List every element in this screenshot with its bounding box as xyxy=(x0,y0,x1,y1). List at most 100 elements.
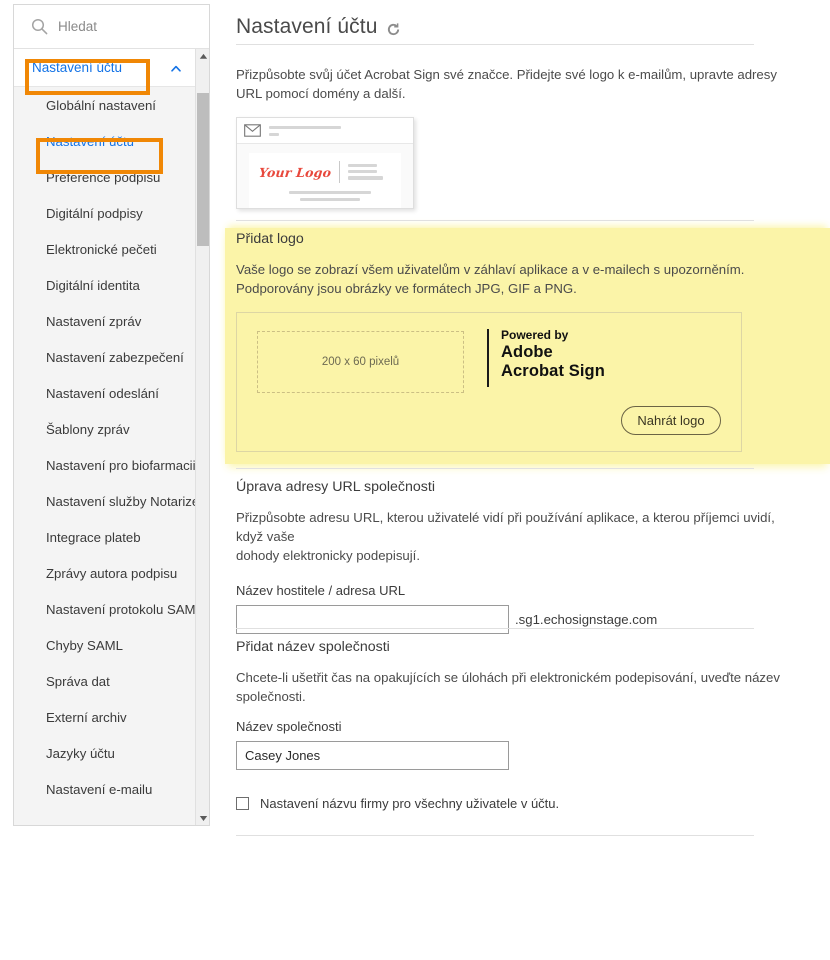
caret-down-icon[interactable] xyxy=(196,811,209,825)
powered-by-adobe-block: Powered by Adobe Acrobat Sign xyxy=(487,328,605,387)
sidebar-item-label: Nastavení protokolu SAML xyxy=(46,601,203,617)
sidebar-item-label: Nastavení zabezpečení xyxy=(46,349,184,365)
company-url-section: Úprava adresy URL společnosti Přizpůsobt… xyxy=(225,468,830,634)
account-settings-page: Nastavení účtu Globální nastavení Nastav… xyxy=(0,0,830,960)
company-name-section: Přidat název společnosti Chcete-li ušetř… xyxy=(225,628,830,836)
sidebar-item-label: Nastavení odeslání xyxy=(46,385,159,401)
sidebar-item-nastaveni-pro-biofarmacii[interactable]: Nastavení pro biofarmacii xyxy=(14,447,197,483)
add-logo-section: Přidat logo Vaše logo se zobrazí všem už… xyxy=(225,220,830,452)
company-url-title: Úprava adresy URL společnosti xyxy=(236,479,435,495)
title-divider xyxy=(236,44,754,45)
email-preview-thumbnail: Your Logo xyxy=(236,117,414,209)
caret-up-icon[interactable] xyxy=(196,49,209,63)
apply-to-all-users-label: Nastavení názvu firmy pro všechny uživat… xyxy=(260,796,560,811)
sidebar-item-zpravy-autora-podpisu[interactable]: Zprávy autora podpisu xyxy=(14,555,197,591)
section-divider xyxy=(236,220,754,221)
sidebar-item-nastaveni-uctu[interactable]: Nastavení účtu xyxy=(14,123,197,159)
sidebar-scrollbar[interactable] xyxy=(195,49,209,825)
sidebar-item-label: Nastavení e-mailu xyxy=(46,781,153,797)
sidebar-item-label: Elektronické pečeti xyxy=(46,241,157,257)
add-logo-desc-line1: Vaše logo se zobrazí všem uživatelům v z… xyxy=(236,262,745,277)
sidebar-item-integrace-plateb[interactable]: Integrace plateb xyxy=(14,519,197,555)
sidebar-item-nastaveni-zabezpeceni[interactable]: Nastavení zabezpečení xyxy=(14,339,197,375)
sidebar-item-nastaveni-zprav[interactable]: Nastavení zpráv xyxy=(14,303,197,339)
main-content: Nastavení účtu Přizpůsobte svůj účet Acr… xyxy=(225,0,830,960)
preview-header-lines xyxy=(269,125,341,136)
powered-by-label: Powered by xyxy=(501,328,569,342)
chevron-up-icon[interactable] xyxy=(170,63,181,74)
sidebar-search[interactable] xyxy=(14,5,209,49)
add-logo-description: Vaše logo se zobrazí všem uživatelům v z… xyxy=(236,260,776,298)
sidebar-item-label: Globální nastavení xyxy=(46,97,156,113)
company-name-title: Přidat název společnosti xyxy=(236,639,390,655)
search-icon xyxy=(31,18,48,35)
sidebar-item-label: Nastavení služby Notarize xyxy=(46,493,200,509)
company-name-field-label: Název společnosti xyxy=(236,719,342,734)
sidebar-item-label: Digitální podpisy xyxy=(46,205,143,221)
nav-group-label: Nastavení účtu xyxy=(32,60,123,75)
company-name-description: Chcete-li ušetřit čas na opakujících se … xyxy=(236,670,780,704)
sidebar-item-label: Integrace plateb xyxy=(46,529,141,545)
company-url-desc-line2: dohody elektronicky podepisují. xyxy=(236,548,421,563)
nav-group-nastaveni-uctu[interactable]: Nastavení účtu xyxy=(14,49,197,87)
company-name-input[interactable] xyxy=(236,741,509,770)
section-divider xyxy=(236,628,754,629)
sidebar-item-label: Chyby SAML xyxy=(46,637,123,653)
sidebar-item-digitalni-podpisy[interactable]: Digitální podpisy xyxy=(14,195,197,231)
scrollbar-thumb[interactable] xyxy=(197,93,209,246)
envelope-icon xyxy=(244,124,261,137)
powered-by-rule xyxy=(487,329,489,387)
upload-logo-button[interactable]: Nahrát logo xyxy=(621,406,721,435)
preview-body: Your Logo xyxy=(237,144,413,208)
logo-dropzone[interactable]: 200 x 60 pixelů xyxy=(257,331,464,393)
page-title: Nastavení účtu xyxy=(236,15,378,38)
sidebar-item-nastaveni-e-mailu[interactable]: Nastavení e-mailu xyxy=(14,771,197,807)
logo-upload-panel: 200 x 60 pixelů Powered by Adobe Acrobat… xyxy=(236,312,742,452)
sidebar-item-chyby-saml[interactable]: Chyby SAML xyxy=(14,627,197,663)
sidebar-item-label: Digitální identita xyxy=(46,277,140,293)
sidebar-item-externi-archiv[interactable]: Externí archiv xyxy=(14,699,197,735)
sidebar-item-jazyky-uctu[interactable]: Jazyky účtu xyxy=(14,735,197,771)
sidebar-item-label: Správa dat xyxy=(46,673,110,689)
preview-header xyxy=(237,118,413,144)
sidebar-item-nastaveni-protokolu-saml[interactable]: Nastavení protokolu SAML xyxy=(14,591,203,627)
sidebar-item-label: Zprávy autora podpisu xyxy=(46,565,178,581)
hostname-field-label: Název hostitele / adresa URL xyxy=(236,583,406,598)
sidebar-item-digitalni-identita[interactable]: Digitální identita xyxy=(14,267,197,303)
search-input[interactable] xyxy=(58,19,188,34)
preview-body-lines xyxy=(259,191,401,208)
preview-text-lines xyxy=(348,164,384,180)
sidebar-item-sablony-zprav[interactable]: Šablony zpráv xyxy=(14,411,197,447)
logo-dropzone-label: 200 x 60 pixelů xyxy=(321,356,400,368)
sidebar-item-nastaveni-sluzby-notarize[interactable]: Nastavení služby Notarize xyxy=(14,483,200,519)
hostname-suffix: .sg1.echosignstage.com xyxy=(515,612,658,627)
sidebar-item-label: Externí archiv xyxy=(46,709,127,725)
acrobat-sign-wordmark: Acrobat Sign xyxy=(501,362,605,381)
adobe-wordmark: Adobe xyxy=(501,342,553,361)
company-name-input-row xyxy=(236,741,830,770)
refresh-icon[interactable] xyxy=(386,22,401,37)
sidebar-item-label: Šablony zpráv xyxy=(46,421,130,437)
apply-to-all-users-row[interactable]: Nastavení názvu firmy pro všechny uživat… xyxy=(236,796,830,811)
preview-logo-placeholder: Your Logo xyxy=(258,164,333,180)
company-url-description: Přizpůsobte adresu URL, kterou uživatelé… xyxy=(236,508,776,565)
intro-text: Přizpůsobte svůj účet Acrobat Sign své z… xyxy=(236,67,777,101)
sidebar-item-label: Nastavení pro biofarmacii xyxy=(46,457,196,473)
add-logo-title: Přidat logo xyxy=(236,231,304,247)
add-logo-desc-line2: Podporovány jsou obrázky ve formátech JP… xyxy=(236,281,577,296)
preview-divider xyxy=(339,161,341,183)
section-divider xyxy=(236,468,754,469)
apply-to-all-users-checkbox[interactable] xyxy=(236,797,249,810)
sidebar-item-elektronicke-peceti[interactable]: Elektronické pečeti xyxy=(14,231,197,267)
sidebar-item-globalni-nastaveni[interactable]: Globální nastavení xyxy=(14,87,197,123)
company-url-desc-line1: Přizpůsobte adresu URL, kterou uživatelé… xyxy=(236,510,775,544)
sidebar-item-sprava-dat[interactable]: Správa dat xyxy=(14,663,197,699)
section-divider xyxy=(236,835,754,836)
sidebar-item-preference-podpisu[interactable]: Preference podpisu xyxy=(14,159,197,195)
sidebar-item-label: Preference podpisu xyxy=(46,169,161,185)
sidebar-nav-list: Nastavení účtu Globální nastavení Nastav… xyxy=(14,49,203,807)
page-header: Nastavení účtu xyxy=(225,0,830,44)
sidebar-item-label: Nastavení účtu xyxy=(46,133,134,149)
settings-sidebar: Nastavení účtu Globální nastavení Nastav… xyxy=(13,4,210,826)
sidebar-item-nastaveni-odeslani[interactable]: Nastavení odeslání xyxy=(14,375,197,411)
